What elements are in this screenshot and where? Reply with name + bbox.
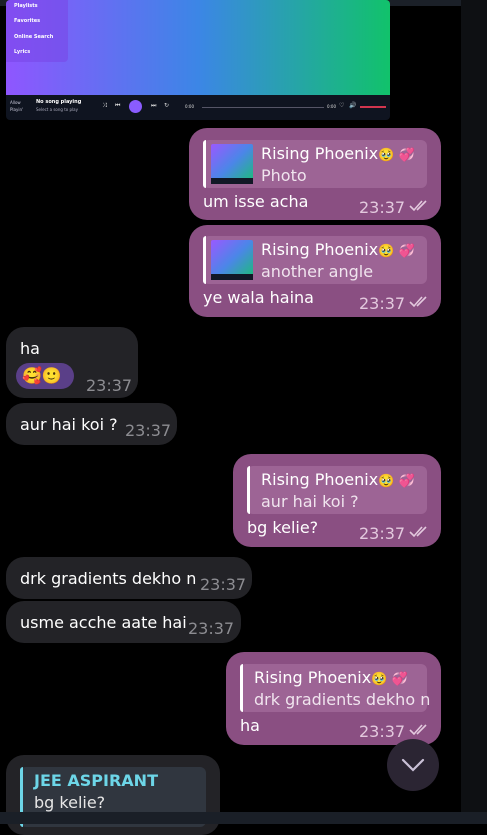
reply-sender-name: Rising Phoenix🥹 💞	[261, 470, 415, 489]
app-sidebar: Playlists Favorites Online Search Lyrics	[6, 0, 68, 62]
message-bubble-incoming[interactable]: drk gradients dekho n 23:37	[6, 557, 252, 599]
double-check-icon	[409, 724, 427, 736]
message-text: ha	[20, 339, 40, 358]
message-time: 23:37	[359, 524, 406, 543]
scroll-to-bottom-button[interactable]	[387, 739, 439, 791]
message-bubble-incoming[interactable]: usme acche aate hai 23:37	[6, 601, 241, 643]
message-time: 23:37	[200, 575, 247, 594]
reply-preview[interactable]: Rising Phoenix🥹 💞 drk gradients dekho n	[240, 664, 431, 712]
reply-accent-bar	[203, 140, 206, 188]
window-bottom-strip	[0, 812, 487, 824]
reply-sender-name: Rising Phoenix🥹 💞	[261, 240, 415, 259]
message-text: bg kelie?	[247, 518, 319, 537]
chevron-down-icon	[401, 758, 425, 772]
reply-photo-thumbnail	[211, 240, 253, 280]
reply-preview[interactable]: Rising Phoenix🥹 💞 Photo	[203, 140, 427, 188]
seek-bar	[202, 107, 324, 108]
reply-sender-name: Rising Phoenix🥹 💞	[261, 144, 415, 163]
sidebar-item-playlists: Playlists	[14, 3, 38, 9]
reply-text: aur hai koi ?	[261, 492, 359, 511]
message-time: 23:37	[86, 376, 133, 395]
sidebar-item-lyrics: Lyrics	[14, 49, 31, 55]
message-time: 23:37	[125, 421, 172, 440]
reply-accent-bar	[247, 466, 250, 514]
emoji-stickers: 🥰🙂	[16, 363, 74, 389]
reply-photo-thumbnail	[211, 144, 253, 184]
message-bubble-outgoing[interactable]: Rising Phoenix🥹 💞 drk gradients dekho n …	[226, 652, 441, 745]
now-playing-title: No song playing	[36, 99, 82, 105]
previous-icon: ⏮	[115, 102, 121, 109]
message-text: drk gradients dekho n	[20, 569, 197, 588]
play-icon	[129, 100, 142, 113]
repeat-icon: ↻	[164, 102, 170, 109]
reply-text: bg kelie?	[34, 793, 106, 812]
message-text: ye wala haina	[203, 288, 314, 307]
app-logo: Allow Playin'	[10, 100, 24, 112]
reply-sender-name: JEE ASPIRANT	[34, 771, 158, 790]
heart-icon: ♡	[339, 102, 345, 109]
message-bubble-outgoing[interactable]: Rising Phoenix🥹 💞 aur hai koi ? bg kelie…	[233, 454, 441, 547]
message-time: 23:37	[359, 294, 406, 313]
reply-accent-bar	[203, 236, 206, 284]
message-text: ha	[240, 716, 260, 735]
shared-screenshot-image[interactable]: Playlists Favorites Online Search Lyrics…	[6, 0, 390, 120]
double-check-icon	[409, 296, 427, 308]
double-check-icon	[409, 526, 427, 538]
reply-text: Photo	[261, 166, 307, 185]
message-text: aur hai koi ?	[20, 415, 118, 434]
shuffle-icon: ⤨	[102, 102, 107, 109]
reply-preview[interactable]: Rising Phoenix🥹 💞 aur hai koi ?	[247, 466, 427, 514]
message-time: 23:37	[359, 198, 406, 217]
next-icon: ⏭	[151, 102, 157, 109]
double-check-icon	[409, 200, 427, 212]
message-bubble-outgoing[interactable]: Rising Phoenix🥹 💞 Photo um isse acha 23:…	[189, 128, 441, 220]
time-end: 0:00	[327, 104, 336, 109]
message-time: 23:37	[359, 722, 406, 741]
now-playing-subtitle: Select a song to play	[36, 107, 78, 112]
sidebar-item-favorites: Favorites	[14, 18, 41, 24]
reply-text: drk gradients dekho n	[254, 690, 431, 709]
reply-accent-bar	[240, 664, 243, 712]
message-text: um isse acha	[203, 192, 309, 211]
app-player-bar: Allow Playin' No song playing Select a so…	[6, 95, 390, 120]
reply-text: another angle	[261, 262, 374, 281]
message-bubble-incoming[interactable]: aur hai koi ? 23:37	[6, 403, 177, 445]
message-bubble-outgoing[interactable]: Rising Phoenix🥹 💞 another angle ye wala …	[189, 225, 441, 317]
volume-icon: 🔊	[349, 102, 357, 109]
volume-bar	[360, 106, 386, 108]
message-bubble-incoming[interactable]: ha 🥰🙂 23:37	[6, 327, 138, 398]
message-text: usme acche aate hai	[20, 613, 187, 632]
message-time: 23:37	[188, 619, 235, 638]
reply-preview[interactable]: Rising Phoenix🥹 💞 another angle	[203, 236, 427, 284]
chat-scroll-track[interactable]	[461, 0, 487, 824]
reply-sender-name: Rising Phoenix🥹 💞	[254, 668, 408, 687]
sidebar-item-online-search: Online Search	[14, 34, 54, 40]
time-start: 0:00	[185, 104, 194, 109]
